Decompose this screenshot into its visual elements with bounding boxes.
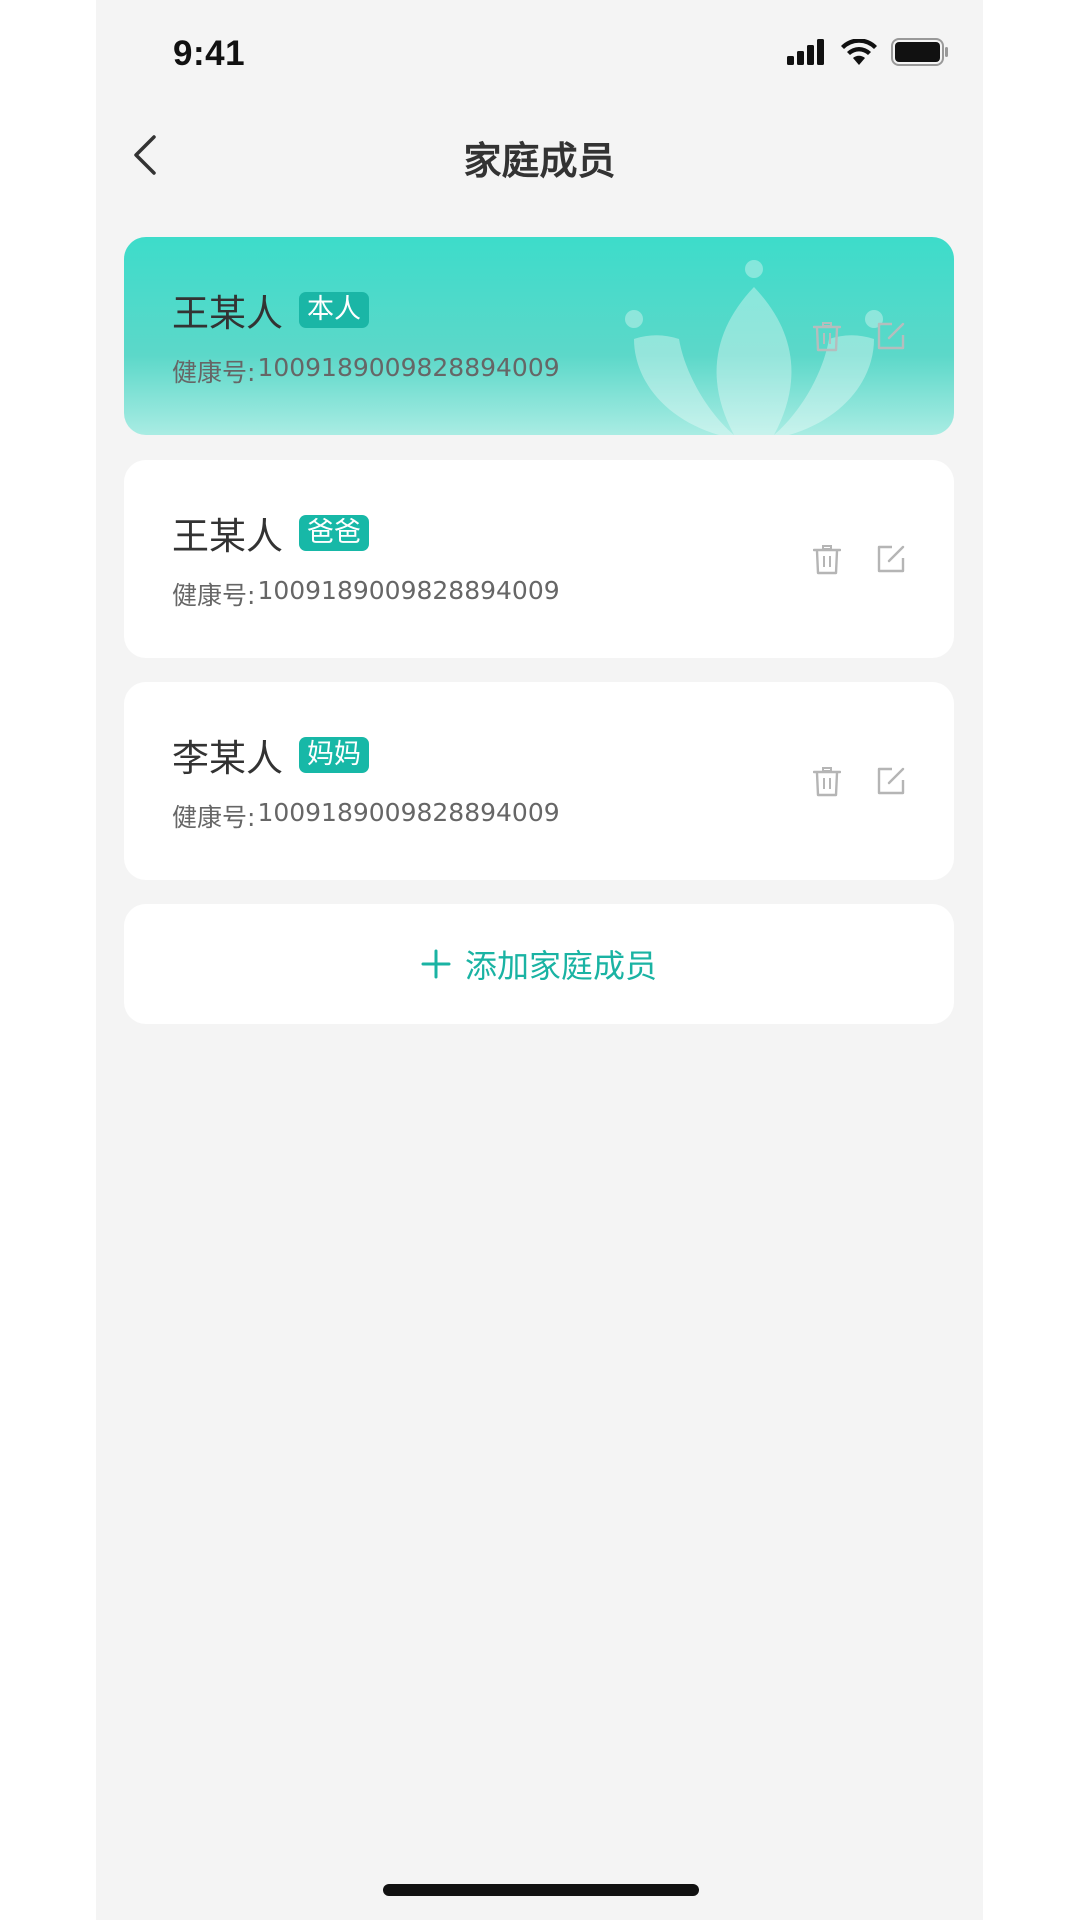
navigation-bar: 家庭成员 [96, 110, 983, 200]
card-actions [812, 460, 906, 658]
phone-screen: 9:41 家庭成员 王某人 本人 健康号: 100918900982889400… [96, 0, 983, 1920]
health-number-value: 1009189009828894009 [257, 353, 560, 382]
wifi-icon [841, 39, 877, 65]
member-name-text: 李某人 [172, 737, 283, 780]
plus-icon [421, 949, 451, 979]
edit-button[interactable] [876, 543, 906, 575]
health-label: 健康号: [172, 358, 256, 387]
health-label: 健康号: [172, 803, 256, 832]
edit-icon [877, 767, 905, 795]
status-time: 9:41 [173, 34, 246, 73]
delete-button[interactable] [812, 543, 842, 575]
health-number: 健康号: 1009189009828894009 [172, 576, 560, 612]
status-icons [787, 38, 949, 66]
health-label: 健康号: [172, 581, 256, 610]
member-name: 王某人 爸爸 [172, 506, 369, 560]
relation-tag: 本人 [299, 292, 369, 328]
home-indicator[interactable] [383, 1884, 699, 1896]
add-family-member-label: 添加家庭成员 [464, 947, 657, 985]
delete-button[interactable] [812, 765, 842, 797]
edit-icon [877, 545, 905, 573]
member-card-self[interactable]: 王某人 本人 健康号: 1009189009828894009 [124, 237, 954, 435]
member-name: 王某人 本人 [172, 283, 369, 337]
member-card-father[interactable]: 王某人 爸爸 健康号: 1009189009828894009 [124, 460, 954, 658]
relation-tag: 爸爸 [299, 515, 369, 551]
member-name: 李某人 妈妈 [172, 728, 369, 782]
health-number-value: 1009189009828894009 [257, 798, 560, 827]
member-name-text: 王某人 [172, 515, 283, 558]
relation-tag: 妈妈 [299, 737, 369, 773]
trash-icon [813, 767, 841, 797]
card-actions [812, 682, 906, 880]
trash-icon [813, 322, 841, 352]
member-card-mother[interactable]: 李某人 妈妈 健康号: 1009189009828894009 [124, 682, 954, 880]
trash-icon [813, 545, 841, 575]
page-title: 家庭成员 [463, 139, 616, 183]
health-number-value: 1009189009828894009 [257, 576, 560, 605]
signal-icon [787, 39, 824, 65]
add-family-member-button[interactable]: 添加家庭成员 [124, 904, 954, 1024]
status-bar: 9:41 [96, 0, 983, 110]
battery-icon [891, 38, 948, 66]
edit-button[interactable] [876, 320, 906, 352]
health-number: 健康号: 1009189009828894009 [172, 798, 560, 834]
health-number: 健康号: 1009189009828894009 [172, 353, 560, 389]
member-name-text: 王某人 [172, 292, 283, 335]
card-actions [812, 237, 906, 435]
edit-icon [877, 322, 905, 350]
edit-button[interactable] [876, 765, 906, 797]
delete-button[interactable] [812, 320, 842, 352]
